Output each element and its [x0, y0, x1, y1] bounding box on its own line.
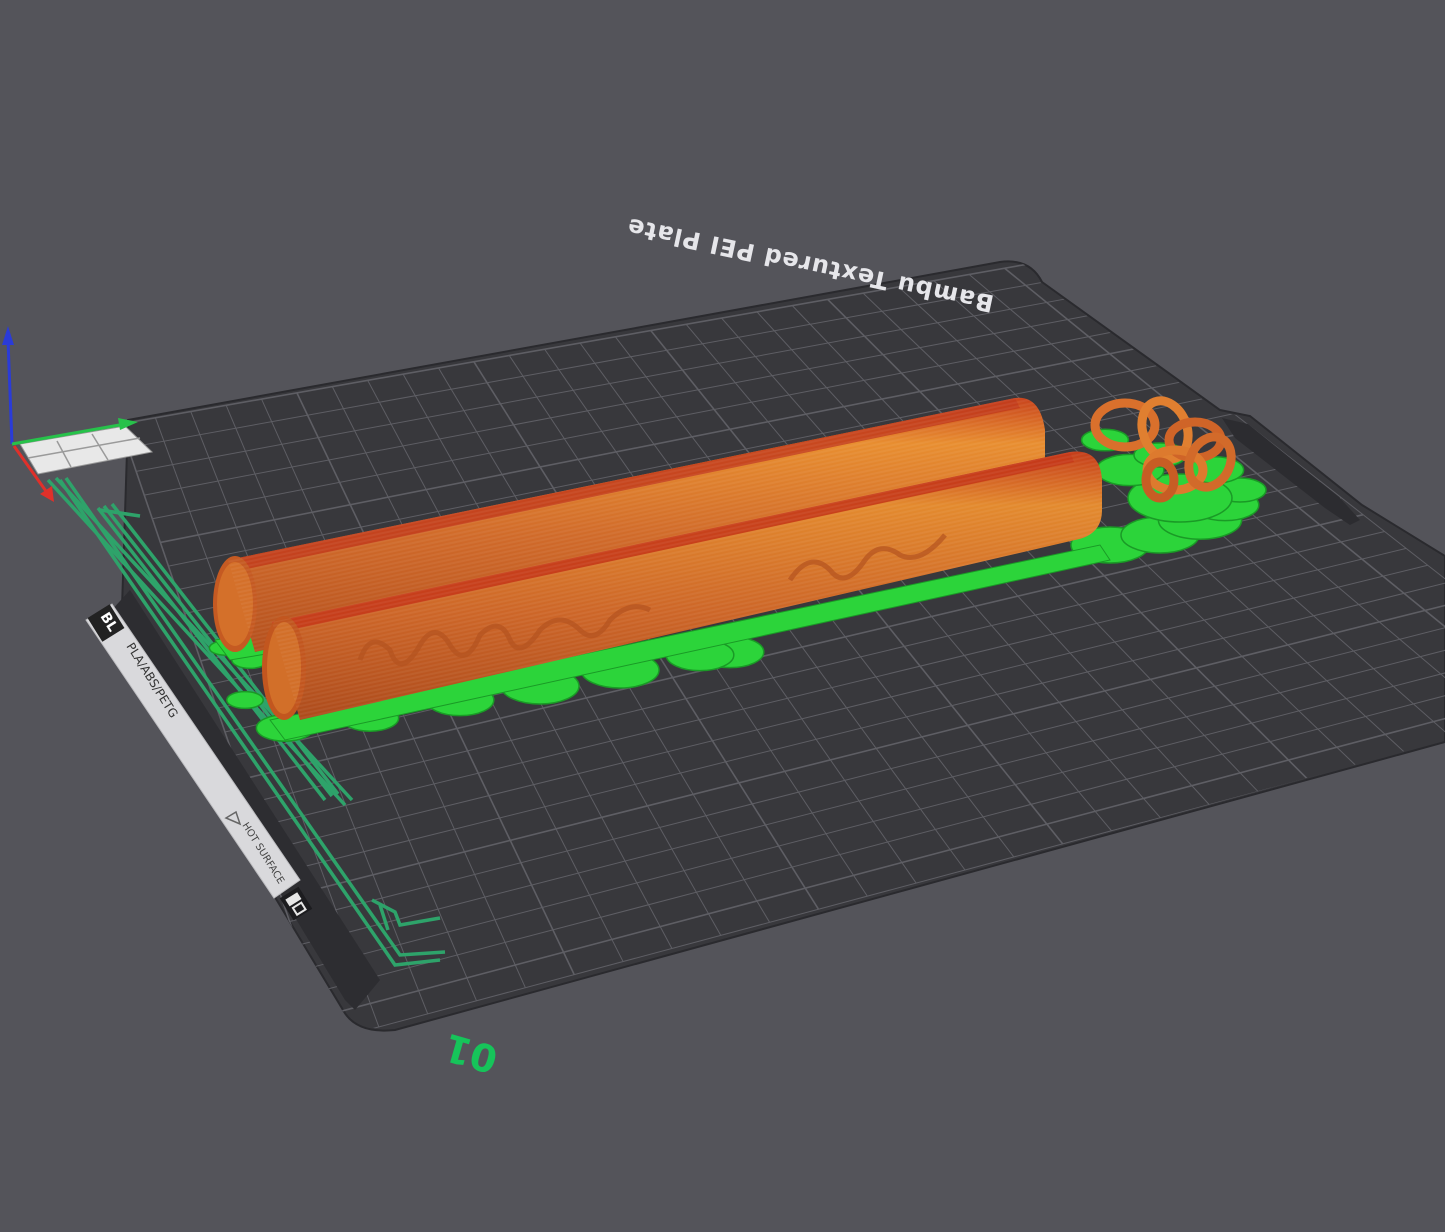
z-axis: [6, 339, 14, 445]
support-blob: [226, 690, 264, 710]
plate-number: 01: [440, 1025, 503, 1082]
3d-viewport[interactable]: Bambu Textured PEI Plate BL PLA/ABS/PETG…: [0, 0, 1445, 1228]
